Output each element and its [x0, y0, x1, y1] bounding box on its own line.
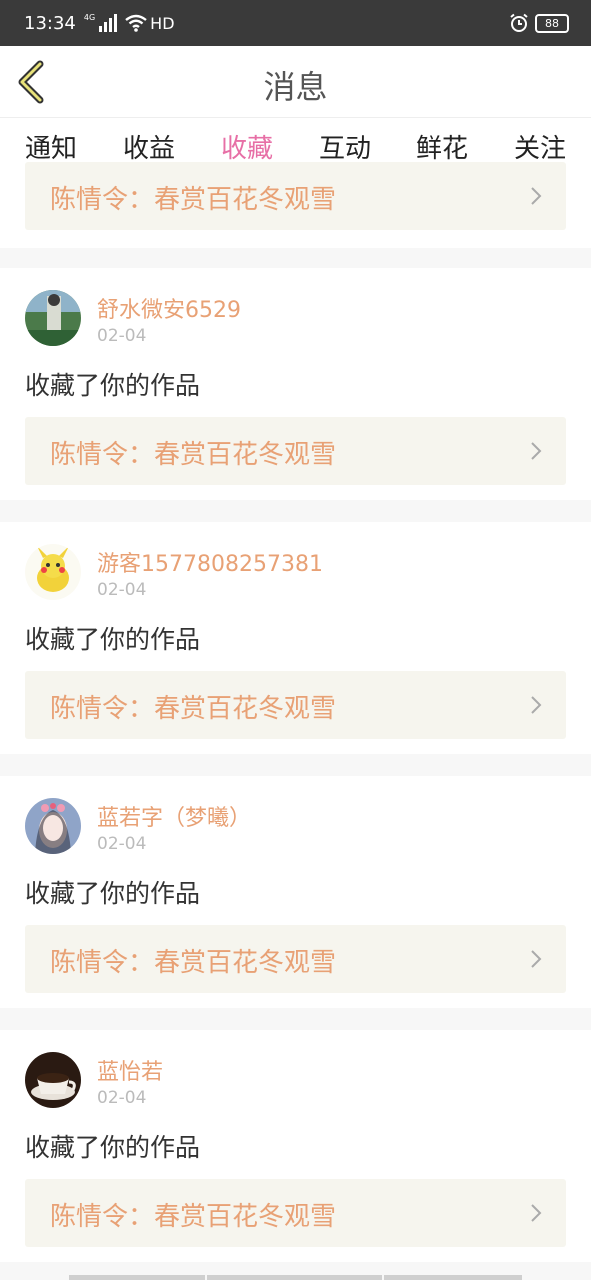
user-name[interactable]: 舒水微安6529 [97, 292, 241, 324]
list-item: 蓝若字（梦曦） 02-04 收藏了你的作品 陈情令：春赏百花冬观雪 [0, 776, 591, 1008]
chevron-right-icon [531, 187, 542, 205]
chevron-right-icon [531, 442, 542, 460]
chevron-right-icon [531, 1204, 542, 1222]
message-date: 02-04 [97, 834, 147, 854]
action-text: 收藏了你的作品 [25, 1133, 201, 1162]
work-title: 陈情令：春赏百花冬观雪 [50, 948, 337, 978]
tab-notifications[interactable]: 通知 [11, 128, 91, 165]
user-avatar[interactable] [25, 290, 81, 346]
action-text: 收藏了你的作品 [25, 879, 201, 908]
tab-flowers[interactable]: 鲜花 [402, 128, 482, 165]
work-link[interactable]: 陈情令：春赏百花冬观雪 [25, 925, 566, 993]
user-avatar[interactable] [25, 544, 81, 600]
list-item: 舒水微安6529 02-04 收藏了你的作品 陈情令：春赏百花冬观雪 [0, 268, 591, 500]
tab-interactions[interactable]: 互动 [305, 128, 385, 165]
message-date: 02-04 [97, 326, 147, 346]
work-title: 陈情令：春赏百花冬观雪 [50, 185, 337, 215]
message-date: 02-04 [97, 1088, 147, 1108]
user-name[interactable]: 蓝怡若 [97, 1054, 163, 1086]
work-title: 陈情令：春赏百花冬观雪 [50, 440, 337, 470]
work-title: 陈情令：春赏百花冬观雪 [50, 1202, 337, 1232]
work-title: 陈情令：春赏百花冬观雪 [50, 694, 337, 724]
signal-icon: 4G [83, 13, 118, 32]
status-bar: 13:34 4G HD 88 [0, 0, 591, 46]
tab-favorites[interactable]: 收藏 [207, 128, 287, 165]
list-item: 陈情令：春赏百花冬观雪 [0, 162, 591, 248]
action-text: 收藏了你的作品 [25, 371, 201, 400]
tab-following[interactable]: 关注 [500, 128, 580, 165]
user-avatar[interactable] [25, 1052, 81, 1108]
battery-icon: 88 [535, 13, 569, 33]
page-title: 消息 [263, 68, 328, 106]
action-text: 收藏了你的作品 [25, 625, 201, 654]
wifi-icon [125, 14, 147, 32]
list-item: 游客1577808257381 02-04 收藏了你的作品 陈情令：春赏百花冬观… [0, 522, 591, 754]
status-time: 13:34 [24, 12, 76, 34]
network-type: 4G [83, 13, 96, 22]
user-name[interactable]: 游客1577808257381 [97, 546, 323, 578]
user-name[interactable]: 蓝若字（梦曦） [97, 800, 251, 832]
chevron-right-icon [531, 696, 542, 714]
bottom-nav-edge [0, 1272, 591, 1280]
work-link[interactable]: 陈情令：春赏百花冬观雪 [25, 1179, 566, 1247]
work-link[interactable]: 陈情令：春赏百花冬观雪 [25, 417, 566, 485]
list-item: 蓝怡若 02-04 收藏了你的作品 陈情令：春赏百花冬观雪 [0, 1030, 591, 1262]
message-date: 02-04 [97, 580, 147, 600]
user-avatar[interactable] [25, 798, 81, 854]
hd-indicator: HD [150, 13, 175, 33]
alarm-icon [510, 13, 528, 32]
work-link[interactable]: 陈情令：春赏百花冬观雪 [25, 162, 566, 230]
app-header: 消息 [0, 46, 591, 118]
chevron-right-icon [531, 950, 542, 968]
tab-earnings[interactable]: 收益 [109, 128, 189, 165]
work-link[interactable]: 陈情令：春赏百花冬观雪 [25, 671, 566, 739]
